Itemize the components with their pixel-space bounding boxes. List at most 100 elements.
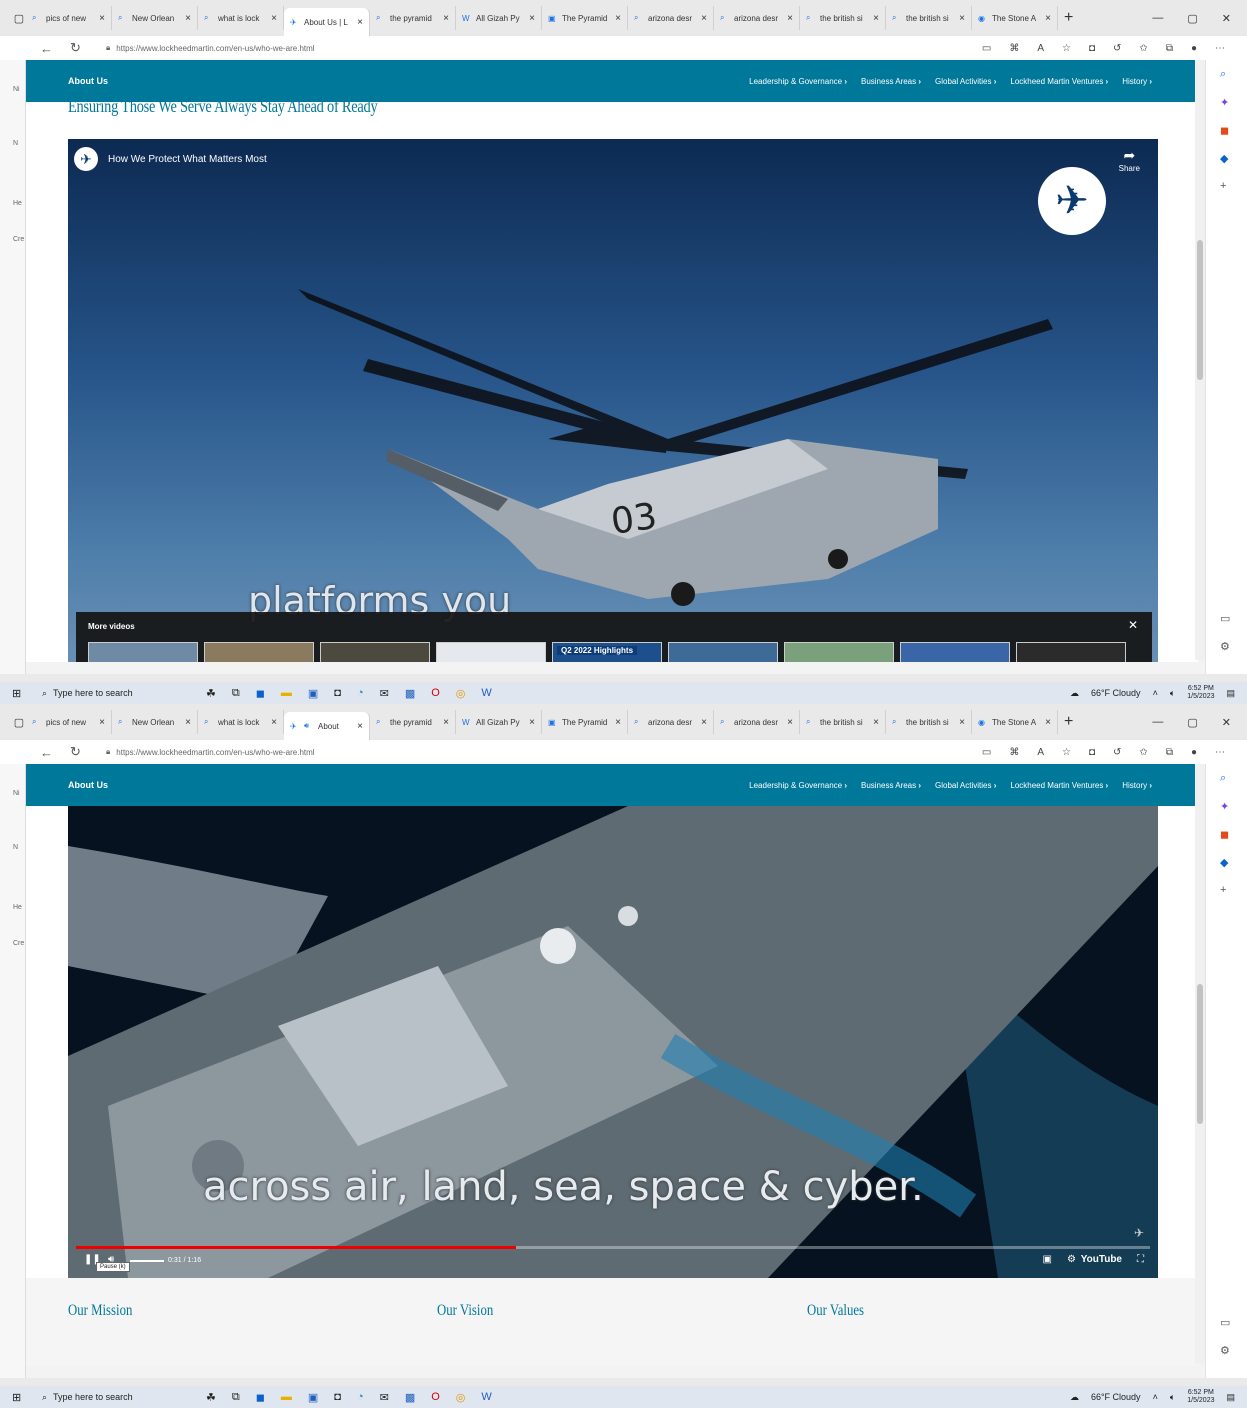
scrollbar-thumb[interactable]	[1197, 240, 1203, 380]
taskbar-search[interactable]: ⌕ Type here to search	[42, 1392, 192, 1403]
extension-icon[interactable]: ◘	[1089, 43, 1095, 54]
tab-actions-icon[interactable]: ▢	[12, 11, 26, 25]
chevron-up-icon[interactable]: ˄	[1153, 1392, 1158, 1402]
favorite-add-icon[interactable]: ☆	[1062, 43, 1071, 54]
collections-icon[interactable]: ⧉	[1166, 747, 1173, 758]
page-scrollbar[interactable]	[1195, 60, 1205, 660]
close-icon[interactable]: ×	[529, 717, 535, 728]
more-icon[interactable]: ⋯	[1215, 747, 1225, 758]
video-thumbnail[interactable]	[668, 642, 778, 662]
outlook-icon[interactable]: ◆	[1220, 856, 1228, 869]
widget-icon[interactable]: ☘	[206, 1391, 216, 1404]
app-icon[interactable]: ▣	[308, 1391, 318, 1404]
add-icon[interactable]: +	[1220, 884, 1226, 896]
add-icon[interactable]: +	[1220, 180, 1226, 192]
store-icon[interactable]: ◘	[334, 687, 341, 700]
outlook-icon[interactable]: ◼	[256, 687, 265, 700]
subnav-link[interactable]: Business Areas	[861, 781, 921, 790]
minimize-icon[interactable]: —	[1152, 716, 1163, 729]
close-window-icon[interactable]: ✕	[1222, 12, 1231, 25]
refresh-icon[interactable]: ↻	[70, 40, 94, 56]
close-icon[interactable]: ×	[443, 13, 449, 24]
profile-icon[interactable]: ●	[1191, 747, 1197, 758]
minimize-icon[interactable]: —	[1152, 12, 1163, 25]
settings-gear-icon[interactable]: ⚙	[1220, 640, 1230, 653]
read-aloud-icon[interactable]: A	[1037, 747, 1044, 758]
refresh-icon[interactable]: ↻	[70, 744, 94, 760]
favorites-icon[interactable]: ✩	[1139, 747, 1147, 758]
read-aloud-icon[interactable]: A	[1037, 43, 1044, 54]
close-icon[interactable]: ×	[99, 717, 105, 728]
browser-tab[interactable]: ⌕ arizona desr ×	[628, 710, 714, 734]
browser-tab[interactable]: ⌕ the british si ×	[800, 6, 886, 30]
task-view-icon[interactable]: ⧉	[232, 1391, 240, 1404]
browser-tab[interactable]: W All Gizah Py ×	[456, 6, 542, 30]
taskbar-search[interactable]: ⌕ Type here to search	[42, 688, 192, 699]
layout-icon[interactable]: ▭	[1220, 1316, 1230, 1329]
search-icon[interactable]: ⌕	[1220, 772, 1226, 785]
speaker-icon[interactable]: 🔈︎	[1170, 688, 1175, 699]
edge-icon[interactable]: ◔	[357, 1391, 364, 1404]
subnav-link[interactable]: Lockheed Martin Ventures	[1010, 77, 1108, 86]
video-thumbnail[interactable]	[88, 642, 198, 662]
extension-icon[interactable]: ◘	[1089, 747, 1095, 758]
page-scrollbar[interactable]	[1195, 764, 1205, 1364]
subnav-link[interactable]: Lockheed Martin Ventures	[1010, 781, 1108, 790]
video-player[interactable]: across air, land, sea, space & cyber. ❚❚…	[68, 806, 1158, 1278]
close-icon[interactable]: ×	[271, 13, 277, 24]
section-title[interactable]: Our Vision	[437, 1302, 493, 1320]
progress-bar[interactable]	[76, 1246, 1150, 1249]
clock[interactable]: 6:52 PM 1/5/2023	[1187, 685, 1214, 701]
opera-icon[interactable]: O	[431, 1391, 440, 1404]
chrome-icon[interactable]: ◎	[456, 687, 466, 700]
audio-playing-icon[interactable]: 🔊︎	[304, 721, 314, 731]
close-icon[interactable]: ×	[615, 13, 621, 24]
widget-icon[interactable]: ☘	[206, 687, 216, 700]
browser-tab[interactable]: ▣ The Pyramid ×	[542, 6, 628, 30]
subnav-link[interactable]: History	[1122, 781, 1152, 790]
video-title[interactable]: How We Protect What Matters Most	[108, 154, 267, 165]
youtube-logo[interactable]: YouTube	[1081, 1254, 1122, 1265]
photos-icon[interactable]: ▩	[405, 1391, 415, 1404]
app-icon[interactable]: ▣	[308, 687, 318, 700]
subnav-title[interactable]: About Us	[68, 76, 108, 86]
mail-icon[interactable]: ✉	[380, 687, 389, 700]
subnav-link[interactable]: Leadership & Governance	[749, 77, 847, 86]
video-thumbnail[interactable]: Q2 2022 Highlights	[552, 642, 662, 662]
apps-icon[interactable]: ⌘	[1009, 747, 1019, 758]
browser-tab[interactable]: ⌕ New Orlean ×	[112, 6, 198, 30]
close-icon[interactable]: ×	[873, 13, 879, 24]
close-icon[interactable]: ×	[701, 13, 707, 24]
url-field[interactable]: 🔒︎ https://www.lockheedmartin.com/en-us/w…	[106, 43, 315, 53]
settings-gear-icon[interactable]: ⚙	[1220, 1344, 1230, 1357]
opera-icon[interactable]: O	[431, 687, 440, 700]
browser-tab[interactable]: ⌕ the british si ×	[800, 710, 886, 734]
clock[interactable]: 6:52 PM 1/5/2023	[1187, 1389, 1214, 1405]
reader-icon[interactable]: ▭	[982, 747, 991, 758]
browser-tab[interactable]: ⌕ pics of new ×	[26, 710, 112, 734]
favorites-icon[interactable]: ✩	[1139, 43, 1147, 54]
tab-actions-icon[interactable]: ▢	[12, 715, 26, 729]
store-icon[interactable]: ◘	[334, 1391, 341, 1404]
weather-text[interactable]: 66°F Cloudy	[1091, 688, 1141, 698]
browser-tab[interactable]: ⌕ pics of new ×	[26, 6, 112, 30]
browser-tab-active[interactable]: ✈ 🔊︎ About ×	[284, 712, 370, 740]
url-field[interactable]: 🔒︎ https://www.lockheedmartin.com/en-us/w…	[106, 747, 315, 757]
browser-tab-active[interactable]: ✈ About Us | L ×	[284, 8, 370, 36]
favorite-add-icon[interactable]: ☆	[1062, 747, 1071, 758]
settings-gear-icon[interactable]: ⚙	[1067, 1254, 1076, 1265]
video-thumbnail[interactable]	[436, 642, 546, 662]
close-icon[interactable]: ×	[959, 13, 965, 24]
close-icon[interactable]: ×	[701, 717, 707, 728]
close-icon[interactable]: ×	[271, 717, 277, 728]
fullscreen-icon[interactable]: ⛶	[1137, 1254, 1144, 1265]
video-thumbnail[interactable]	[204, 642, 314, 662]
close-icon[interactable]: ×	[357, 721, 363, 732]
refresh-extension-icon[interactable]: ↺	[1113, 747, 1121, 758]
reader-icon[interactable]: ▭	[982, 43, 991, 54]
word-icon[interactable]: W	[481, 687, 491, 700]
refresh-extension-icon[interactable]: ↺	[1113, 43, 1121, 54]
browser-tab[interactable]: ⌕ what is lock ×	[198, 6, 284, 30]
video-thumbnail[interactable]	[784, 642, 894, 662]
subnav-link[interactable]: Business Areas	[861, 77, 921, 86]
